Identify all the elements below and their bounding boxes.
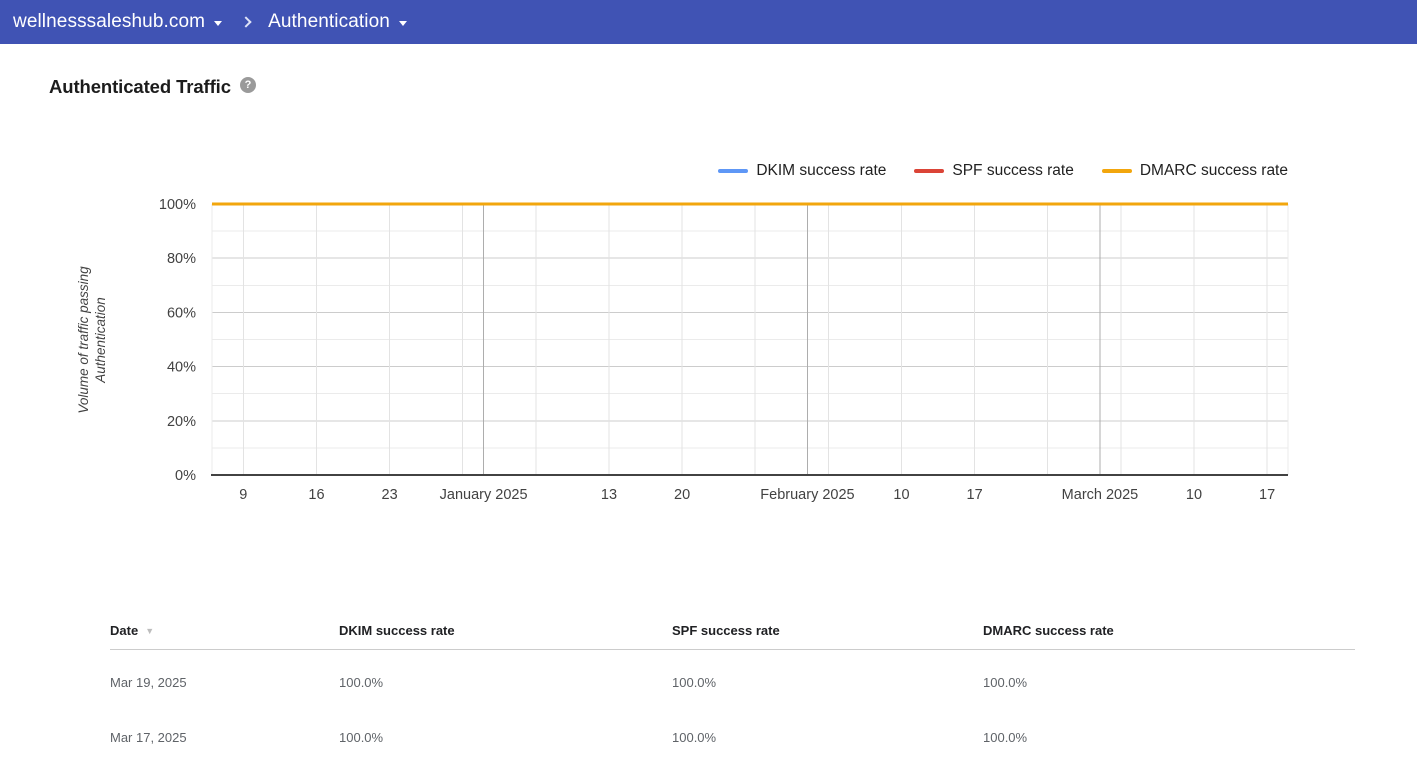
table-cell: 100.0%: [672, 730, 717, 745]
column-header-label: Date: [110, 623, 139, 638]
authentication-results-table: Date ▼ DKIM success rate SPF success rate DM…: [110, 612, 1355, 760]
x-axis-tick-label: January 2025: [440, 487, 528, 503]
x-axis-tick-label: 17: [967, 487, 983, 503]
y-axis-tick-label: 80%: [167, 251, 196, 267]
x-axis-tick-label: 10: [893, 487, 909, 503]
table-cell: Mar 17, 2025: [110, 730, 187, 745]
column-header-label: SPF success rate: [672, 623, 780, 638]
table-cell: 100.0%: [983, 730, 1028, 745]
column-header-label: DMARC success rate: [983, 623, 1114, 638]
y-axis-tick-label: 20%: [167, 414, 196, 430]
x-axis-tick-label: 9: [239, 487, 247, 503]
table-cell: Mar 19, 2025: [110, 675, 187, 690]
x-axis-tick-label: 20: [674, 487, 690, 503]
table-row: Mar 17, 2025 100.0% 100.0% 100.0%: [110, 705, 1355, 760]
column-header-label: DKIM success rate: [339, 623, 455, 638]
authenticated-traffic-chart: 0% 20% 40% 60% 80% 100% 9 16 23 January 2025 13 20 F…: [76, 197, 1289, 503]
table-cell: 100.0%: [983, 675, 1028, 690]
x-axis-tick-label: 13: [601, 487, 617, 503]
y-axis-title-line: Volume of traffic passing: [76, 266, 91, 414]
y-axis-tick-label: 40%: [167, 360, 196, 376]
x-axis-tick-label: 17: [1259, 487, 1275, 503]
y-axis-title: Volume of traffic passing Authentication: [76, 266, 108, 414]
table-row: Mar 19, 2025 100.0% 100.0% 100.0%: [110, 650, 1355, 705]
x-axis-tick-label: 23: [382, 487, 398, 503]
sort-desc-icon: ▼: [145, 626, 155, 636]
column-header-spf-success-rate: SPF success rate: [672, 623, 983, 638]
x-axis-tick-label: February 2025: [760, 487, 854, 503]
y-axis-tick-label: 100%: [159, 197, 196, 213]
x-axis-tick-label: March 2025: [1062, 487, 1139, 503]
table-header-row: Date ▼ DKIM success rate SPF success rate DM…: [110, 612, 1355, 650]
column-header-dkim-success-rate: DKIM success rate: [339, 623, 672, 638]
column-header-dmarc-success-rate: DMARC success rate: [983, 623, 1355, 638]
x-axis-tick-label: 10: [1186, 487, 1202, 503]
table-cell: 100.0%: [672, 675, 717, 690]
table-body: Mar 19, 2025 100.0% 100.0% 100.0% Mar 17, 20…: [110, 650, 1355, 760]
y-axis-tick-label: 0%: [175, 468, 196, 484]
y-axis-tick-label: 60%: [167, 305, 196, 321]
x-axis-tick-label: 16: [308, 487, 324, 503]
table-cell: 100.0%: [339, 730, 384, 745]
table-cell: 100.0%: [339, 675, 384, 690]
column-header-date[interactable]: Date ▼: [110, 623, 339, 638]
y-axis-title-line: Authentication: [93, 297, 108, 384]
